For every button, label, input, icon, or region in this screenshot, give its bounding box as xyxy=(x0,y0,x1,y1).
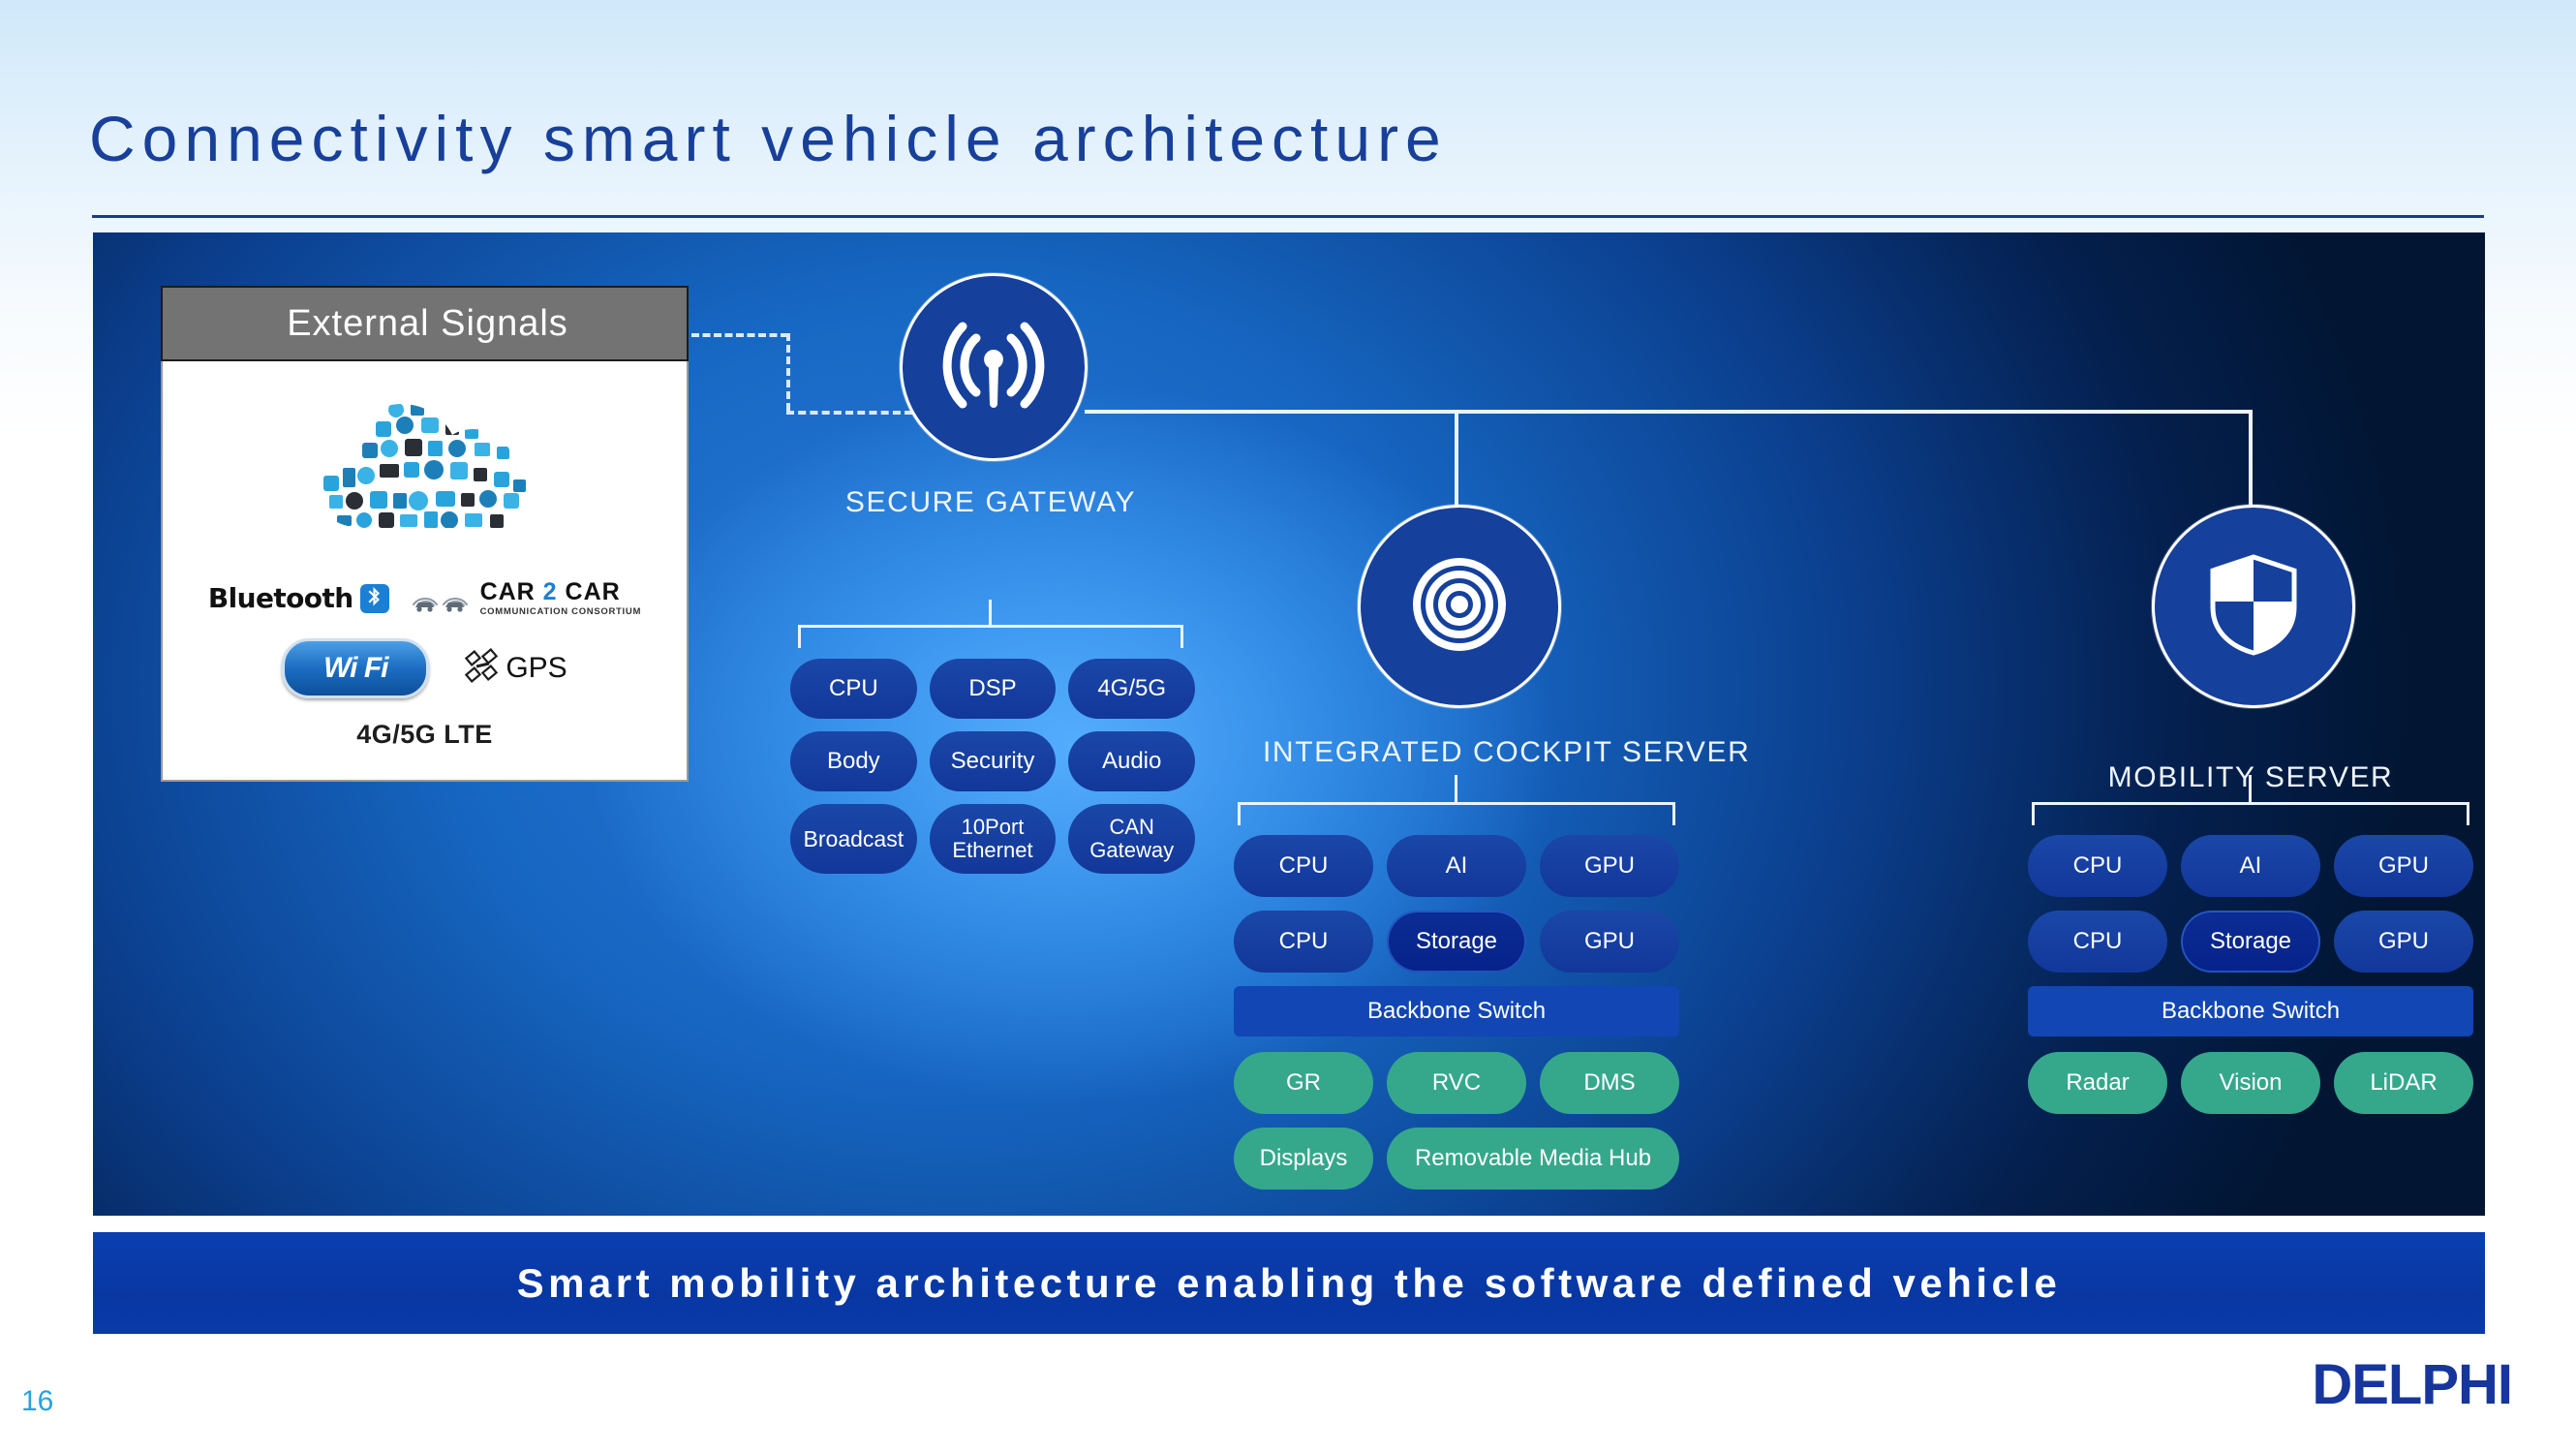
bluetooth-logo: Bluetooth xyxy=(208,582,389,614)
pill-storage[interactable]: Storage xyxy=(1387,911,1526,973)
pill-displays[interactable]: Displays xyxy=(1234,1128,1373,1190)
page-number: 16 xyxy=(21,1385,54,1417)
pill-cpu[interactable]: CPU xyxy=(1234,835,1373,897)
pill-body[interactable]: Body xyxy=(790,731,917,791)
secure-gateway-bracket-tick-left xyxy=(798,625,801,648)
car2car-logo: CAR 2 CAR COMMUNICATION CONSORTIUM xyxy=(411,577,642,619)
integrated-cockpit-server-node[interactable] xyxy=(1358,505,1561,708)
secure-gateway-bracket-stem xyxy=(989,600,992,627)
secure-gateway-label: SECURE GATEWAY xyxy=(844,486,1137,518)
cockpit-bracket-tick-left xyxy=(1238,802,1241,825)
pill-security[interactable]: Security xyxy=(929,731,1057,791)
cockpit-backbone-switch[interactable]: Backbone Switch xyxy=(1234,986,1679,1036)
pill-4g-5g[interactable]: 4G/5G xyxy=(1068,659,1195,719)
pill-10port-ethernet[interactable]: 10Port Ethernet xyxy=(929,804,1057,874)
title-divider xyxy=(92,215,2484,218)
broadcast-antenna-icon xyxy=(939,315,1048,420)
satellite-icon xyxy=(464,647,503,690)
car2car-icon xyxy=(411,577,473,619)
pill-broadcast[interactable]: Broadcast xyxy=(790,804,917,874)
pill-gpu[interactable]: GPU xyxy=(2334,835,2473,897)
pill-can-gateway[interactable]: CAN Gateway xyxy=(1068,804,1195,874)
cockpit-bracket-stem xyxy=(1455,775,1457,804)
mobility-bracket-stem xyxy=(2249,775,2252,804)
pill-gpu[interactable]: GPU xyxy=(2334,911,2473,973)
lte-footnote: 4G/5G LTE xyxy=(356,720,493,749)
external-signals-header-label: External Signals xyxy=(287,302,568,344)
secure-gateway-row-3: Broadcast 10Port Ethernet CAN Gateway xyxy=(790,804,1195,874)
pill-ai[interactable]: AI xyxy=(2181,835,2320,897)
cockpit-pill-stack: CPU AI GPU CPU Storage GPU Backbone Swit… xyxy=(1234,835,1679,1190)
pill-gr[interactable]: GR xyxy=(1234,1052,1373,1114)
pill-vision[interactable]: Vision xyxy=(2181,1052,2320,1114)
mobility-bracket-tick-left xyxy=(2032,802,2035,825)
gps-wordmark: GPS xyxy=(506,652,567,684)
bluetooth-icon xyxy=(359,583,389,613)
gps-logo: GPS xyxy=(464,647,567,690)
car2car-title: CAR 2 CAR xyxy=(479,577,621,605)
secure-gateway-node[interactable] xyxy=(900,273,1088,461)
mobility-sensors-row: Radar Vision LiDAR xyxy=(2028,1052,2473,1114)
cockpit-compute-row-1: CPU AI GPU xyxy=(1234,835,1679,897)
external-signals-body: Bluetooth CAR 2 CAR COMMUNICATION CONSOR… xyxy=(161,361,689,782)
cockpit-bracket-tick-right xyxy=(1672,802,1675,825)
dashed-connector-segment-1 xyxy=(691,333,788,337)
car2car-subtitle: COMMUNICATION CONSORTIUM xyxy=(479,605,642,617)
secure-gateway-bracket-tick-right xyxy=(1181,625,1183,648)
pill-dms[interactable]: DMS xyxy=(1540,1052,1679,1114)
summary-banner-text: Smart mobility architecture enabling the… xyxy=(516,1259,2062,1306)
cockpit-bracket-bar xyxy=(1238,802,1675,805)
pill-rvc[interactable]: RVC xyxy=(1387,1052,1526,1114)
pill-dsp[interactable]: DSP xyxy=(929,659,1057,719)
bus-drop-to-cockpit xyxy=(1455,410,1458,505)
mobility-compute-row-2: CPU Storage GPU xyxy=(2028,911,2473,973)
car2car-text: CAR 2 CAR COMMUNICATION CONSORTIUM xyxy=(479,577,642,617)
mobility-server-node[interactable] xyxy=(2152,505,2355,708)
pill-audio[interactable]: Audio xyxy=(1068,731,1195,791)
pill-radar[interactable]: Radar xyxy=(2028,1052,2167,1114)
integrated-cockpit-server-label: INTEGRATED COCKPIT SERVER xyxy=(1263,736,1751,768)
bluetooth-wordmark: Bluetooth xyxy=(207,582,353,614)
delphi-wordmark: DELPHI xyxy=(2312,1353,2513,1416)
cockpit-peripherals-row-1: GR RVC DMS xyxy=(1234,1052,1679,1114)
secure-gateway-row-2: Body Security Audio xyxy=(790,731,1195,791)
wifi-logo: Wi Fi xyxy=(282,638,430,698)
architecture-diagram: External Signals Bluetooth CAR 2 CAR COM… xyxy=(93,232,2485,1216)
pill-gpu[interactable]: GPU xyxy=(1540,835,1679,897)
mobility-bracket-bar xyxy=(2032,802,2469,805)
radar-signal-icon xyxy=(1403,548,1516,665)
bus-drop-to-mobility xyxy=(2249,410,2253,505)
mobility-bracket-tick-right xyxy=(2467,802,2469,825)
mobility-backbone-switch[interactable]: Backbone Switch xyxy=(2028,986,2473,1036)
logo-row-2: Wi Fi GPS xyxy=(163,638,687,698)
shield-icon xyxy=(2207,551,2300,663)
pill-storage[interactable]: Storage xyxy=(2181,911,2320,973)
summary-banner: Smart mobility architecture enabling the… xyxy=(93,1232,2485,1334)
pill-gpu[interactable]: GPU xyxy=(1540,911,1679,973)
pill-cpu[interactable]: CPU xyxy=(790,659,917,719)
wifi-wordmark: Wi Fi xyxy=(323,652,388,684)
pill-cpu[interactable]: CPU xyxy=(2028,911,2167,973)
pill-cpu[interactable]: CPU xyxy=(2028,835,2167,897)
page-title: Connectivity smart vehicle architecture xyxy=(89,103,1448,174)
cockpit-compute-row-2: CPU Storage GPU xyxy=(1234,911,1679,973)
pill-ai[interactable]: AI xyxy=(1387,835,1526,897)
pill-lidar[interactable]: LiDAR xyxy=(2334,1052,2473,1114)
logo-row-1: Bluetooth CAR 2 CAR COMMUNICATION CONSOR… xyxy=(163,577,687,619)
delphi-logo: DELPHI xyxy=(2312,1352,2513,1417)
dashed-connector-segment-2 xyxy=(786,333,790,411)
mobility-compute-row-1: CPU AI GPU xyxy=(2028,835,2473,897)
pill-removable-media-hub[interactable]: Removable Media Hub xyxy=(1387,1128,1679,1190)
external-signals-header: External Signals xyxy=(161,286,689,361)
mobility-pill-stack: CPU AI GPU CPU Storage GPU Backbone Swit… xyxy=(2028,835,2473,1114)
bus-line-horizontal xyxy=(1085,410,2253,414)
cockpit-peripherals-row-2: Displays Removable Media Hub xyxy=(1234,1128,1679,1190)
pill-cpu[interactable]: CPU xyxy=(1234,911,1373,973)
secure-gateway-row-1: CPU DSP 4G/5G xyxy=(790,659,1195,719)
secure-gateway-bracket-bar xyxy=(798,625,1183,628)
cloud-of-icons-icon xyxy=(304,383,546,552)
external-signals-panel: External Signals Bluetooth CAR 2 CAR COM… xyxy=(161,286,689,782)
secure-gateway-pill-grid: CPU DSP 4G/5G Body Security Audio Broadc… xyxy=(790,659,1195,874)
